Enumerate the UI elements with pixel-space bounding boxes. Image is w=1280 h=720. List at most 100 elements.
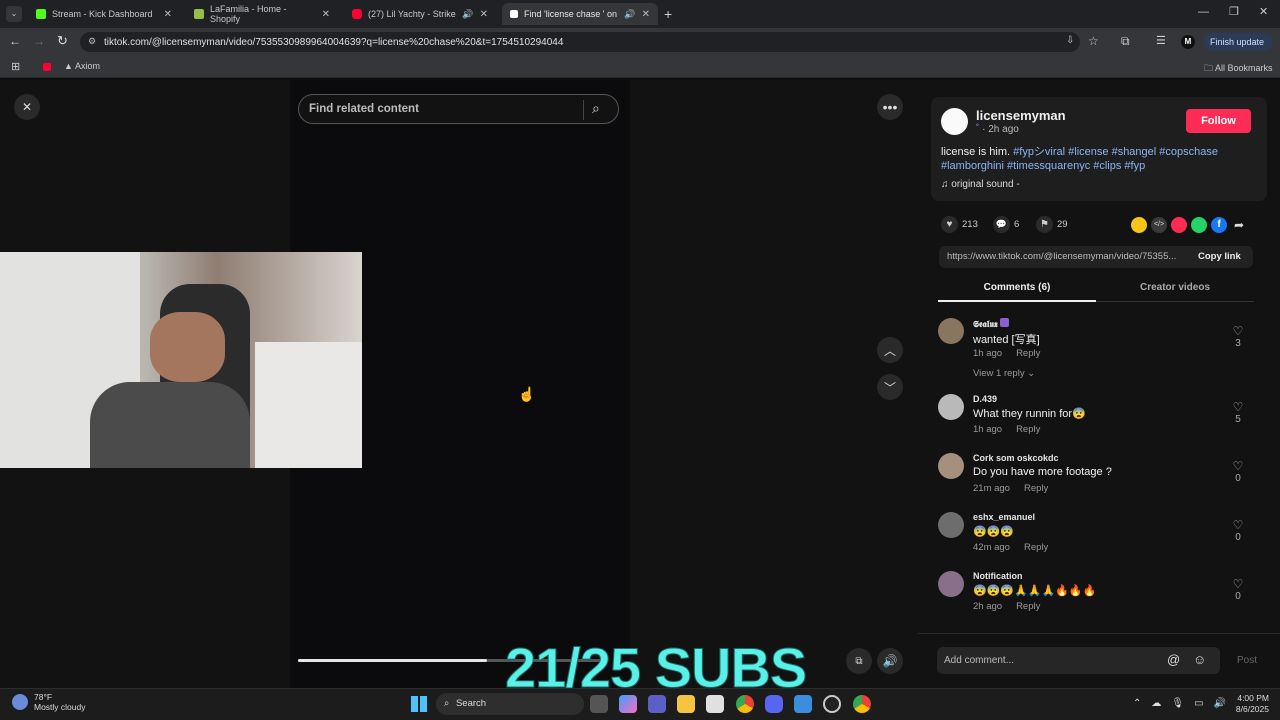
microphone-icon[interactable]: 🎙 xyxy=(1171,698,1184,709)
teams-icon[interactable] xyxy=(648,695,666,713)
copy-link-button[interactable]: Copy link xyxy=(1198,251,1241,262)
minimize-button[interactable]: — xyxy=(1198,6,1209,18)
commenter-avatar[interactable] xyxy=(938,318,964,344)
add-comment-input[interactable]: Add comment... @ ☺ xyxy=(937,647,1220,674)
comment-like[interactable]: ♡ 0 xyxy=(1228,577,1248,602)
apps-grid-icon[interactable]: ⊞ xyxy=(11,60,20,73)
finish-update-button[interactable]: Finish update ⋮ xyxy=(1203,33,1273,65)
close-window-button[interactable]: ✕ xyxy=(1259,5,1268,18)
share-arrow-icon[interactable]: ➦ xyxy=(1231,217,1247,233)
notepad-icon[interactable] xyxy=(794,695,812,713)
next-video-button[interactable]: ﹀ xyxy=(877,374,903,400)
comment-like-count: 0 xyxy=(1235,591,1241,602)
mention-icon[interactable]: @ xyxy=(1167,652,1180,667)
profile-avatar[interactable]: M xyxy=(1181,35,1195,49)
chrome-alt-icon[interactable] xyxy=(853,695,871,713)
onedrive-icon[interactable]: ☁ xyxy=(1151,698,1161,709)
tab-kick-dashboard[interactable]: Stream - Kick Dashboard ✕ xyxy=(28,3,180,25)
bookmark-axiom[interactable]: ▲ Axiom xyxy=(64,61,100,71)
bookmark-youtube-icon[interactable] xyxy=(43,63,51,71)
volume-icon[interactable]: 🔊 xyxy=(1214,698,1226,709)
discord-icon[interactable] xyxy=(765,695,783,713)
close-tab-icon[interactable]: ✕ xyxy=(480,9,488,20)
back-icon[interactable]: ← xyxy=(9,34,21,48)
close-tab-icon[interactable]: ✕ xyxy=(164,9,172,20)
bookmark-star-icon[interactable]: ☆ xyxy=(1088,34,1099,48)
send-to-friends-icon[interactable] xyxy=(1171,217,1187,233)
whatsapp-icon[interactable] xyxy=(1191,217,1207,233)
commenter-name[interactable]: Notification xyxy=(973,571,1023,581)
chrome-icon[interactable] xyxy=(736,695,754,713)
post-comment-button[interactable]: Post xyxy=(1237,655,1257,666)
system-tray[interactable]: ⌃ ☁ 🎙 ▭ 🔊 xyxy=(1133,698,1226,709)
store-icon[interactable] xyxy=(706,695,724,713)
copilot-icon[interactable] xyxy=(619,695,637,713)
clock[interactable]: 4:00 PM 8/6/2025 xyxy=(1229,693,1269,715)
emoji-icon[interactable]: ☺ xyxy=(1193,652,1206,667)
display-icon[interactable]: ▭ xyxy=(1194,698,1203,709)
commenter-avatar[interactable] xyxy=(938,512,964,538)
commenter-name[interactable]: Cork som oskcokdc xyxy=(973,453,1059,463)
close-tab-icon[interactable]: ✕ xyxy=(642,9,650,20)
volume-button[interactable]: 🔊 xyxy=(877,648,903,674)
save-action[interactable]: ⚑ 29 xyxy=(1036,216,1068,233)
weather-widget[interactable]: 78°F Mostly cloudy xyxy=(12,692,86,712)
file-explorer-icon[interactable] xyxy=(677,695,695,713)
tab-tiktok[interactable]: Find 'license chase ' on TikT... 🔊 ✕ xyxy=(502,3,658,25)
close-tab-icon[interactable]: ✕ xyxy=(322,9,330,20)
like-action[interactable]: ♥ 213 xyxy=(941,216,978,233)
facebook-icon[interactable]: f xyxy=(1211,217,1227,233)
chevron-up-icon[interactable]: ⌃ xyxy=(1133,698,1141,709)
windows-start-icon[interactable] xyxy=(411,696,427,712)
creator-username[interactable]: licensemyman xyxy=(976,108,1066,123)
taskview-icon[interactable] xyxy=(590,695,608,713)
commenter-avatar[interactable] xyxy=(938,394,964,420)
view-replies-button[interactable]: View 1 reply ⌄ xyxy=(973,368,1035,379)
extensions-icon[interactable]: ⧉ xyxy=(1121,34,1130,49)
tab-shopify[interactable]: LaFamilia - Home - Shopify ✕ xyxy=(186,3,338,25)
commenter-avatar[interactable] xyxy=(938,571,964,597)
reply-button[interactable]: Reply xyxy=(1016,601,1040,612)
more-options-button[interactable]: ••• xyxy=(877,94,903,120)
tab-youtube[interactable]: (27) Lil Yachty - Strike (Hol... 🔊 ✕ xyxy=(344,3,496,25)
reply-button[interactable]: Reply xyxy=(1024,483,1048,494)
comment-like[interactable]: ♡ 5 xyxy=(1228,400,1248,425)
follow-button[interactable]: Follow xyxy=(1186,109,1251,133)
reply-button[interactable]: Reply xyxy=(1016,424,1040,435)
all-bookmarks[interactable]: 🗀 All Bookmarks xyxy=(1204,61,1273,77)
taskbar-search[interactable]: ⌕ Search xyxy=(436,693,584,715)
site-info-icon[interactable]: ⚙ xyxy=(88,36,96,47)
comment-like[interactable]: ♡ 3 xyxy=(1228,324,1248,349)
tab-comments[interactable]: Comments (6) xyxy=(938,276,1096,302)
all-bookmarks-label: All Bookmarks xyxy=(1215,63,1273,73)
comment-like[interactable]: ♡ 0 xyxy=(1228,459,1248,484)
search-related-bar[interactable]: Find related content ⌕ xyxy=(298,94,619,124)
comment-action[interactable]: 💬 6 xyxy=(993,216,1019,233)
commenter-name[interactable]: 𝕾𝖊𝖆𝖑𝖚𝖝 xyxy=(973,318,1010,330)
forward-icon[interactable]: → xyxy=(33,34,45,48)
maximize-button[interactable]: ❐ xyxy=(1229,5,1239,18)
new-tab-button[interactable]: + xyxy=(664,6,672,22)
tab-search-button[interactable]: ⌄ xyxy=(6,6,22,22)
floating-player-button[interactable]: ⧉ xyxy=(846,648,872,674)
tab-groups-icon[interactable]: ☰ xyxy=(1156,34,1166,47)
reply-button[interactable]: Reply xyxy=(1024,542,1048,553)
comment-like[interactable]: ♡ 0 xyxy=(1228,518,1248,543)
creator-avatar[interactable] xyxy=(941,108,968,135)
reply-button[interactable]: Reply xyxy=(1016,348,1040,359)
address-bar[interactable]: ⚙ tiktok.com/@licensemyman/video/7535530… xyxy=(80,32,1080,52)
search-icon[interactable]: ⌕ xyxy=(592,100,600,117)
original-sound[interactable]: ♫ original sound - xyxy=(941,179,1020,190)
install-app-icon[interactable]: ⇩ xyxy=(1066,35,1074,46)
webcam-person xyxy=(150,312,225,382)
commenter-avatar[interactable] xyxy=(938,453,964,479)
reload-icon[interactable]: ↻ xyxy=(57,33,68,49)
tab-creator-videos[interactable]: Creator videos xyxy=(1096,276,1254,302)
previous-video-button[interactable]: ︿ xyxy=(877,337,903,363)
embed-icon[interactable]: </> xyxy=(1151,217,1167,233)
commenter-name[interactable]: eshx_emanuel xyxy=(973,512,1035,522)
commenter-name[interactable]: D.439 xyxy=(973,394,997,404)
obs-icon[interactable] xyxy=(823,695,841,713)
coin-icon[interactable] xyxy=(1131,217,1147,233)
close-video-button[interactable]: ✕ xyxy=(14,94,40,120)
